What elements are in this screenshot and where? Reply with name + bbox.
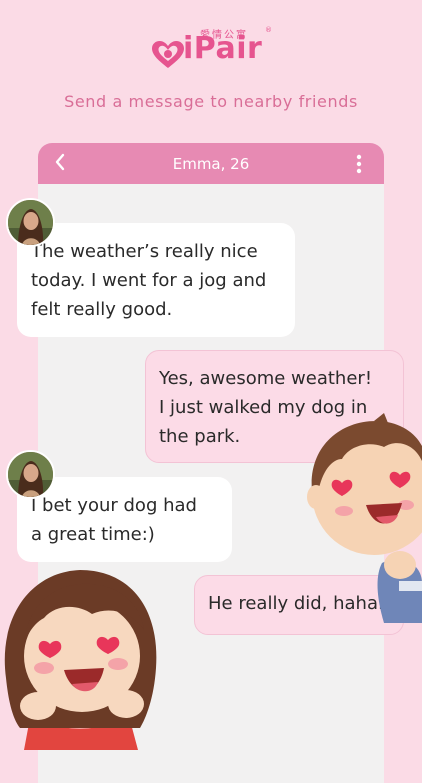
app-logo: 愛情公寓 ® iPair [0, 26, 422, 78]
girl-heart-eyes-sticker [4, 570, 157, 750]
message-incoming[interactable]: The weather’s really nice today. I went … [17, 223, 295, 337]
avatar[interactable] [6, 450, 55, 499]
chat-header: Emma, 26 [38, 143, 384, 184]
brand-name: iPair [183, 31, 263, 66]
more-vertical-icon[interactable] [354, 153, 364, 175]
tagline: Send a message to nearby friends [64, 92, 358, 111]
contact-name[interactable]: Emma, 26 [38, 155, 384, 173]
heart-logo-icon [152, 41, 184, 68]
boy-heart-eyes-sticker [307, 413, 422, 623]
avatar[interactable] [6, 198, 55, 247]
registered-mark: ® [265, 26, 272, 34]
